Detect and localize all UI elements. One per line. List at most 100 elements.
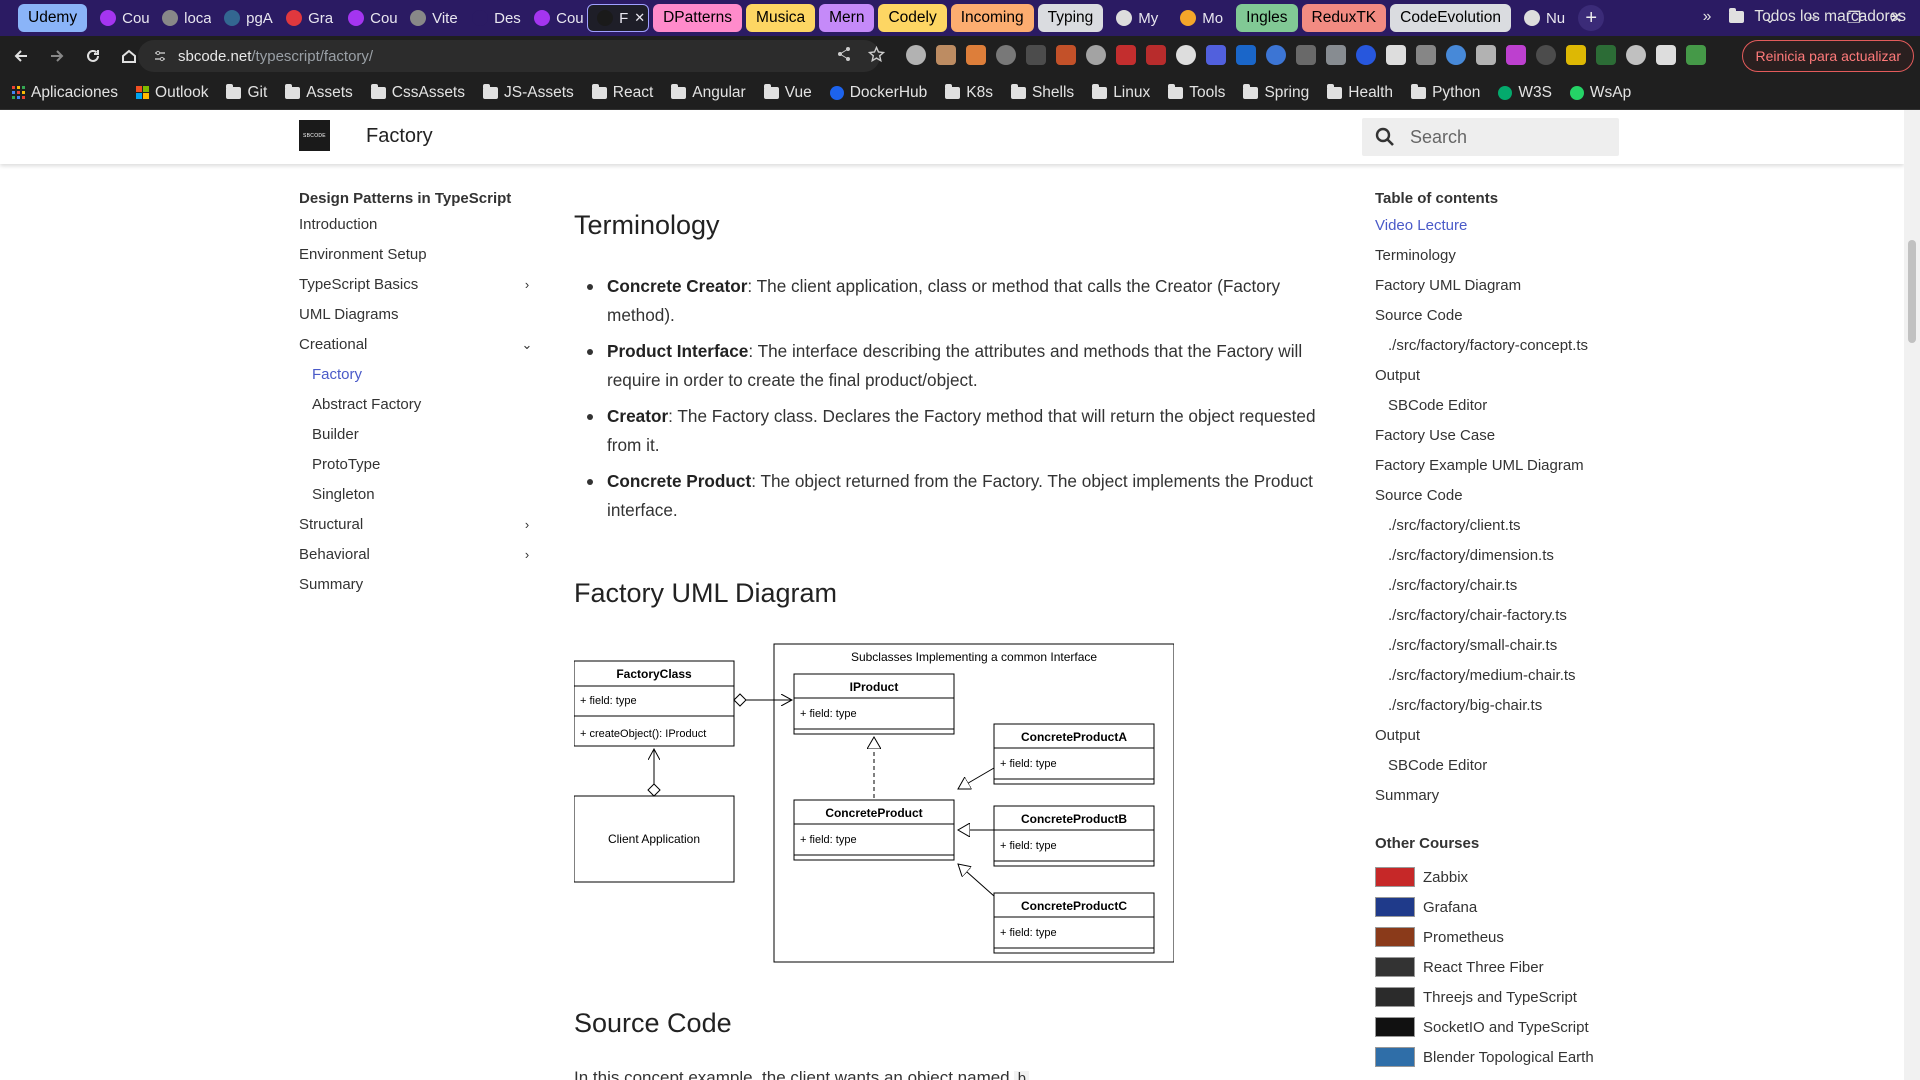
extension-icon[interactable]	[966, 45, 986, 65]
tab-group-codeevolution[interactable]: CodeEvolution	[1390, 4, 1511, 32]
more-bookmarks-button[interactable]: »	[1703, 8, 1712, 26]
sbcode-logo[interactable]: SBCODE	[299, 120, 330, 151]
site-info-icon[interactable]	[154, 50, 166, 62]
bookmark-react[interactable]: React	[591, 83, 653, 102]
extension-icon[interactable]	[1506, 45, 1526, 65]
toc-link[interactable]: ./src/factory/dimension.ts	[1375, 547, 1635, 577]
toc-link[interactable]: Output	[1375, 367, 1635, 397]
toc-link[interactable]: ./src/factory/chair-factory.ts	[1375, 607, 1635, 637]
extension-icon[interactable]	[1176, 45, 1196, 65]
nav-heading[interactable]: Design Patterns in TypeScript	[299, 190, 535, 207]
toc-link[interactable]: Terminology	[1375, 247, 1635, 277]
extension-icon[interactable]	[1056, 45, 1076, 65]
extension-icon[interactable]	[996, 45, 1016, 65]
toc-link[interactable]: SBCode Editor	[1375, 757, 1635, 787]
extension-icon[interactable]	[936, 45, 956, 65]
close-icon[interactable]: ✕	[634, 10, 645, 26]
toc-link[interactable]: Factory Example UML Diagram	[1375, 457, 1635, 487]
extension-icon[interactable]	[1236, 45, 1256, 65]
extension-icon[interactable]	[1446, 45, 1466, 65]
tab-group-musica[interactable]: Musica	[746, 4, 816, 32]
toc-link[interactable]: Summary	[1375, 787, 1635, 817]
tab[interactable]: pgA	[215, 4, 273, 32]
sidebar-item-singleton[interactable]: Singleton	[299, 486, 535, 516]
course-link[interactable]: Zabbix	[1375, 862, 1635, 892]
toc-link[interactable]: ./src/factory/chair.ts	[1375, 577, 1635, 607]
all-bookmarks-button[interactable]: Todos los marcadores	[1754, 8, 1906, 26]
sidebar-item-summary[interactable]: Summary	[299, 576, 535, 606]
sidebar-item-prototype[interactable]: ProtoType	[299, 456, 535, 486]
sidebar-item-introduction[interactable]: Introduction	[299, 216, 535, 246]
back-button[interactable]	[6, 41, 36, 71]
bookmark-health[interactable]: Health	[1327, 83, 1393, 102]
extension-icon[interactable]	[1416, 45, 1436, 65]
forward-button[interactable]	[42, 41, 72, 71]
tab[interactable]: My	[1107, 4, 1167, 32]
tab-group-mern[interactable]: Mern	[819, 4, 875, 32]
bookmark-git[interactable]: Git	[226, 83, 267, 102]
extension-icon[interactable]	[1026, 45, 1046, 65]
sidebar-item-abstract-factory[interactable]: Abstract Factory	[299, 396, 535, 426]
course-link[interactable]: React Three Fiber	[1375, 952, 1635, 982]
url-bar[interactable]: sbcode.net/typescript/factory/	[138, 40, 880, 72]
extension-icon[interactable]	[1596, 45, 1616, 65]
bookmark-outlook[interactable]: Outlook	[136, 84, 208, 102]
reload-button[interactable]	[78, 41, 108, 71]
extension-icon[interactable]	[1296, 45, 1316, 65]
extension-icon[interactable]	[1626, 45, 1646, 65]
toc-link[interactable]: Source Code	[1375, 487, 1635, 517]
extension-icon[interactable]	[1686, 45, 1706, 65]
tab[interactable]: Cou	[91, 4, 149, 32]
share-icon[interactable]	[836, 46, 852, 68]
toc-link[interactable]: Output	[1375, 727, 1635, 757]
bookmark-python[interactable]: Python	[1411, 83, 1480, 102]
toc-link[interactable]: ./src/factory/factory-concept.ts	[1375, 337, 1635, 367]
sidebar-item-behavioral[interactable]: Behavioral ›	[299, 546, 535, 576]
tab-group-ingles[interactable]: Ingles	[1236, 4, 1298, 32]
tab[interactable]: Nu	[1515, 4, 1574, 32]
tab-group-reduxtk[interactable]: ReduxTK	[1301, 4, 1387, 32]
bookmark-wsap[interactable]: WsAp	[1569, 84, 1631, 102]
extension-icon[interactable]	[906, 45, 926, 65]
bookmark-tools[interactable]: Tools	[1168, 83, 1225, 102]
bookmark-w3s[interactable]: W3S	[1498, 84, 1552, 102]
course-link[interactable]: Prometheus	[1375, 922, 1635, 952]
bookmark-assets[interactable]: Assets	[285, 83, 353, 102]
tab[interactable]: Mo	[1171, 4, 1232, 32]
sidebar-item-builder[interactable]: Builder	[299, 426, 535, 456]
extension-icon[interactable]	[1146, 45, 1166, 65]
bookmark-star-icon[interactable]	[867, 45, 886, 68]
bookmark-dockerhub[interactable]: DockerHub	[829, 84, 927, 102]
toc-link[interactable]: Factory UML Diagram	[1375, 277, 1635, 307]
extension-icon[interactable]	[1266, 45, 1286, 65]
extension-icon[interactable]	[1116, 45, 1136, 65]
tab[interactable]: loca	[153, 4, 211, 32]
toc-link[interactable]: SBCode Editor	[1375, 397, 1635, 427]
bookmark-linux[interactable]: Linux	[1092, 83, 1150, 102]
toc-link[interactable]: ./src/factory/medium-chair.ts	[1375, 667, 1635, 697]
bookmark-aplicaciones[interactable]: Aplicaciones	[12, 84, 118, 102]
chevron-right-icon[interactable]: ›	[519, 546, 535, 564]
sidebar-item-uml-diagrams[interactable]: UML Diagrams	[299, 306, 535, 336]
restart-to-update-button[interactable]: Reinicia para actualizar	[1742, 40, 1914, 72]
page-scrollbar[interactable]	[1904, 110, 1920, 1080]
sidebar-item-creational[interactable]: Creational ⌄	[299, 336, 535, 366]
toc-link[interactable]: ./src/factory/client.ts	[1375, 517, 1635, 547]
toc-link[interactable]: Factory Use Case	[1375, 427, 1635, 457]
bookmark-spring[interactable]: Spring	[1243, 83, 1309, 102]
extension-icon[interactable]	[1356, 45, 1376, 65]
extension-icon[interactable]	[1536, 45, 1556, 65]
extension-icon[interactable]	[1386, 45, 1406, 65]
tab[interactable]: Gra	[277, 4, 335, 32]
chevron-down-icon[interactable]: ⌄	[519, 336, 535, 354]
tab[interactable]: Cou	[339, 4, 397, 32]
extension-icon[interactable]	[1566, 45, 1586, 65]
toc-link[interactable]: Video Lecture	[1375, 217, 1635, 247]
chevron-right-icon[interactable]: ›	[519, 516, 535, 534]
sidebar-item-typescript-basics[interactable]: TypeScript Basics ›	[299, 276, 535, 306]
extension-icon[interactable]	[1656, 45, 1676, 65]
tab[interactable]: Des	[463, 4, 521, 32]
tab[interactable]: Vite	[401, 4, 459, 32]
tab-active[interactable]: F ✕	[587, 4, 650, 32]
bookmark-shells[interactable]: Shells	[1010, 83, 1074, 102]
